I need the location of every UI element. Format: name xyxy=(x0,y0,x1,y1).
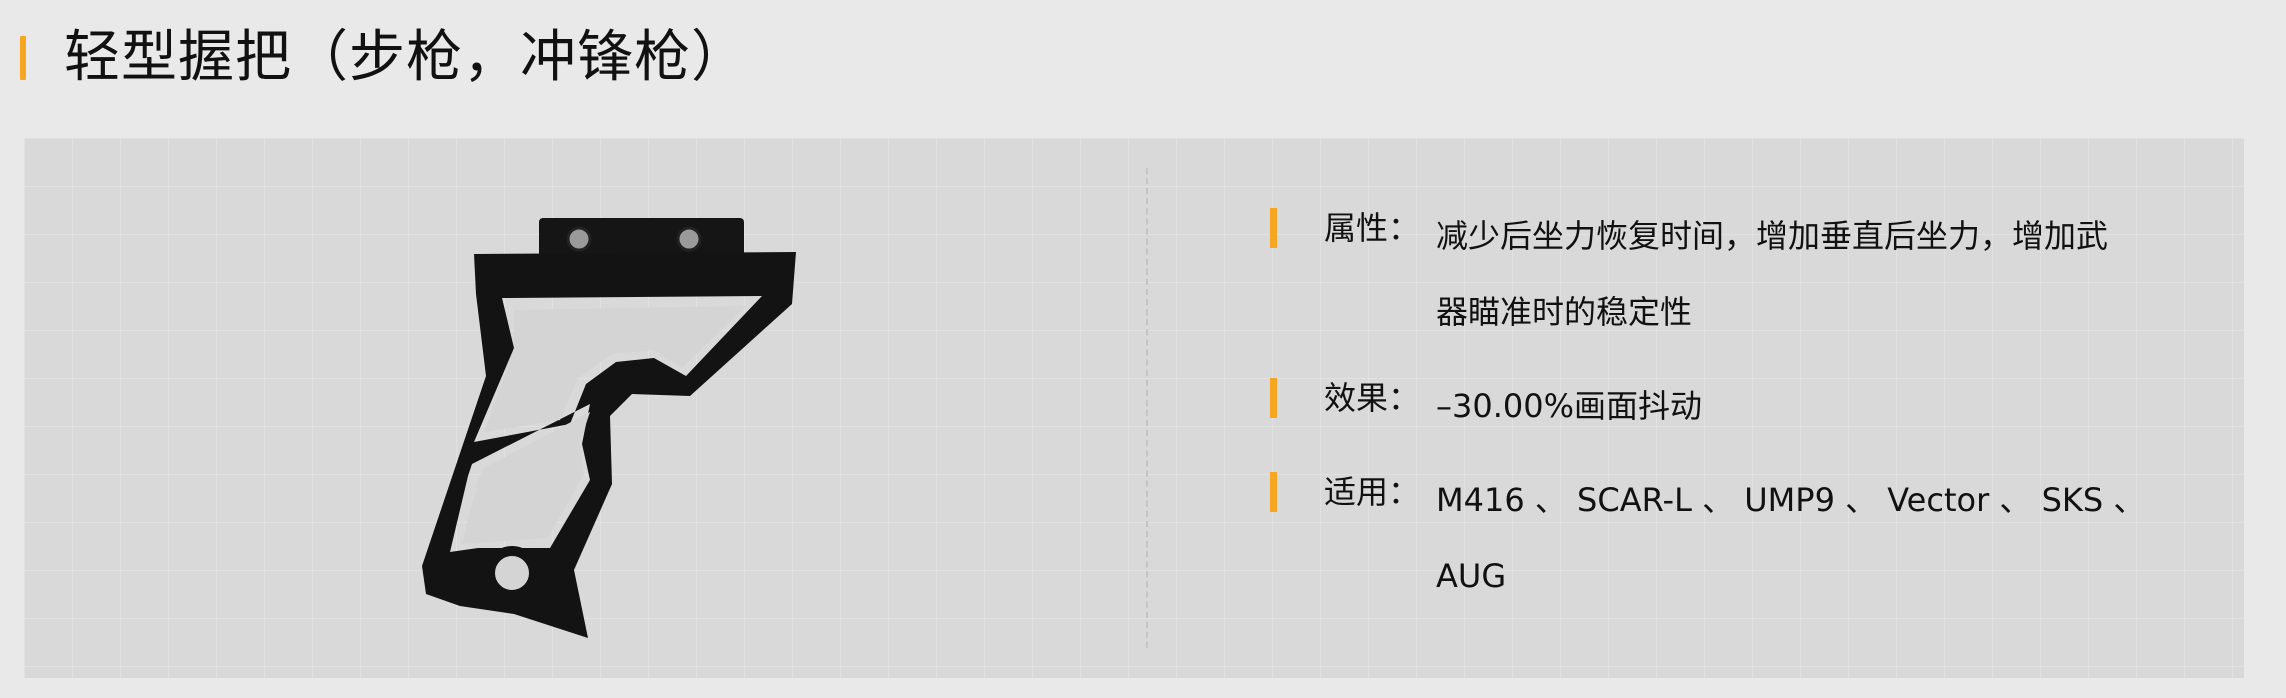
vertical-grip-icon xyxy=(422,218,796,638)
item-info: 属性： 减少后坐力恢复时间，增加垂直后坐力，增加武 器瞄准时的稳定性 效果： –… xyxy=(1244,198,2224,632)
info-value: –30.00%画面抖动 xyxy=(1436,368,2216,444)
row-accent-marker xyxy=(1270,472,1277,512)
info-value: 减少后坐力恢复时间，增加垂直后坐力，增加武 器瞄准时的稳定性 xyxy=(1436,198,2216,350)
info-row-effect: 效果： –30.00%画面抖动 xyxy=(1244,368,2224,444)
page-title: 轻型握把（步枪，冲锋枪） xyxy=(64,25,748,90)
info-label: 属性： xyxy=(1324,209,1421,247)
title-accent-bar xyxy=(20,36,26,80)
page-header: 轻型握把（步枪，冲锋枪） xyxy=(0,0,2286,120)
info-value-line: AUG xyxy=(1436,557,1507,595)
info-row-attribute: 属性： 减少后坐力恢复时间，增加垂直后坐力，增加武 器瞄准时的稳定性 xyxy=(1244,198,2224,350)
item-card: 属性： 减少后坐力恢复时间，增加垂直后坐力，增加武 器瞄准时的稳定性 效果： –… xyxy=(24,138,2244,678)
info-label: 适用： xyxy=(1324,473,1421,511)
info-row-compatible: 适用： M416 、 SCAR-L 、 UMP9 、 Vector 、 SKS … xyxy=(1244,462,2224,614)
row-accent-marker xyxy=(1270,378,1277,418)
info-value-line: M416 、 SCAR-L 、 UMP9 、 Vector 、 SKS 、 xyxy=(1436,481,2146,519)
info-value-line: 器瞄准时的稳定性 xyxy=(1436,293,1693,331)
info-value: M416 、 SCAR-L 、 UMP9 、 Vector 、 SKS 、 AU… xyxy=(1436,462,2216,614)
item-image-area xyxy=(24,138,1144,678)
info-value-line: 减少后坐力恢复时间，增加垂直后坐力，增加武 xyxy=(1436,217,2109,255)
info-value-line: –30.00%画面抖动 xyxy=(1436,387,1703,425)
section-divider xyxy=(1146,168,1148,648)
info-label: 效果： xyxy=(1324,379,1421,417)
row-accent-marker xyxy=(1270,208,1277,248)
